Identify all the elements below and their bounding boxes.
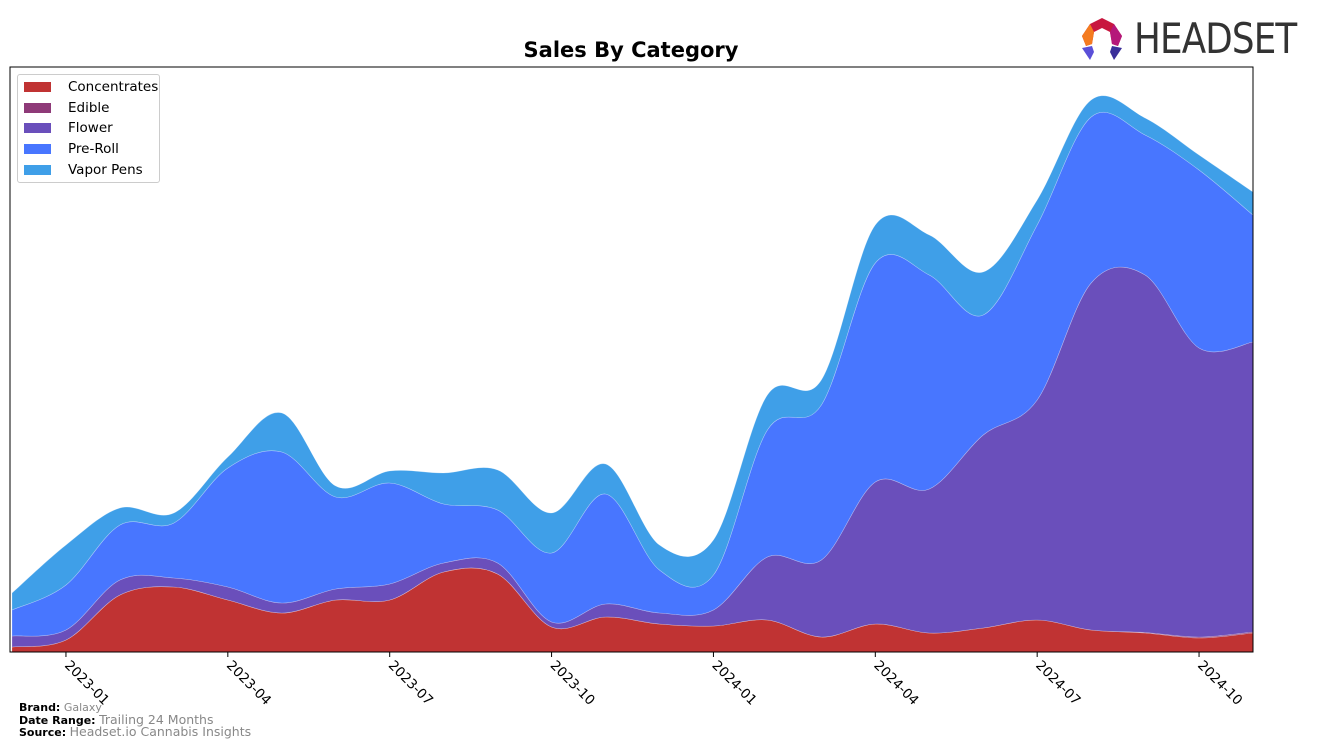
- legend-label: Vapor Pens: [68, 161, 143, 178]
- legend-item: Vapor Pens: [24, 160, 143, 180]
- headset-logo-icon: [1082, 17, 1122, 60]
- legend-label: Concentrates: [68, 79, 159, 95]
- legend-swatch: [24, 102, 51, 113]
- x-tick-label: 2024-04: [870, 658, 921, 709]
- legend-swatch: [24, 123, 51, 134]
- legend-label: Flower: [68, 120, 113, 137]
- brand-label: Brand:: [19, 701, 61, 714]
- x-tick-label: 2024-07: [1032, 658, 1083, 709]
- legend-item: Edible: [24, 98, 109, 118]
- legend-swatch: [24, 82, 51, 92]
- brand-value: Galaxy: [63, 701, 102, 714]
- headset-logo: HEADSET: [1078, 14, 1317, 63]
- x-tick-label: 2023-07: [385, 658, 436, 709]
- chart-title: Sales By Category: [523, 38, 739, 62]
- legend-item: Concentrates: [24, 77, 158, 97]
- areas: [11, 95, 1253, 652]
- chart-footer: Brand: Galaxy Date Range: Trailing 24 Mo…: [19, 702, 251, 739]
- legend-swatch: [24, 144, 51, 155]
- x-tick-label: 2024-10: [1194, 658, 1245, 709]
- chart-root: 2023-01 2023-04 2023-07 2023-10 2024-01 2024-…: [0, 0, 1317, 747]
- legend-label: Pre-Roll: [68, 141, 119, 158]
- legend: Concentrates Edible Flower Pre-Roll Vapor Pe…: [17, 74, 160, 183]
- source-label: Source:: [19, 726, 67, 739]
- legend-label: Edible: [68, 99, 110, 116]
- sales-by-category-chart: 2023-01 2023-04 2023-07 2023-10 2024-01 2024-…: [9, 66, 1254, 709]
- legend-item: Flower: [24, 118, 113, 138]
- x-tick-label: 2024-01: [709, 658, 760, 709]
- legend-item: Pre-Roll: [24, 139, 119, 159]
- source-value: Headset.io Cannabis Insights: [69, 724, 252, 739]
- legend-swatch: [24, 164, 51, 175]
- logo-text: HEADSET: [1134, 14, 1297, 63]
- x-tick-label: 2023-10: [547, 658, 598, 709]
